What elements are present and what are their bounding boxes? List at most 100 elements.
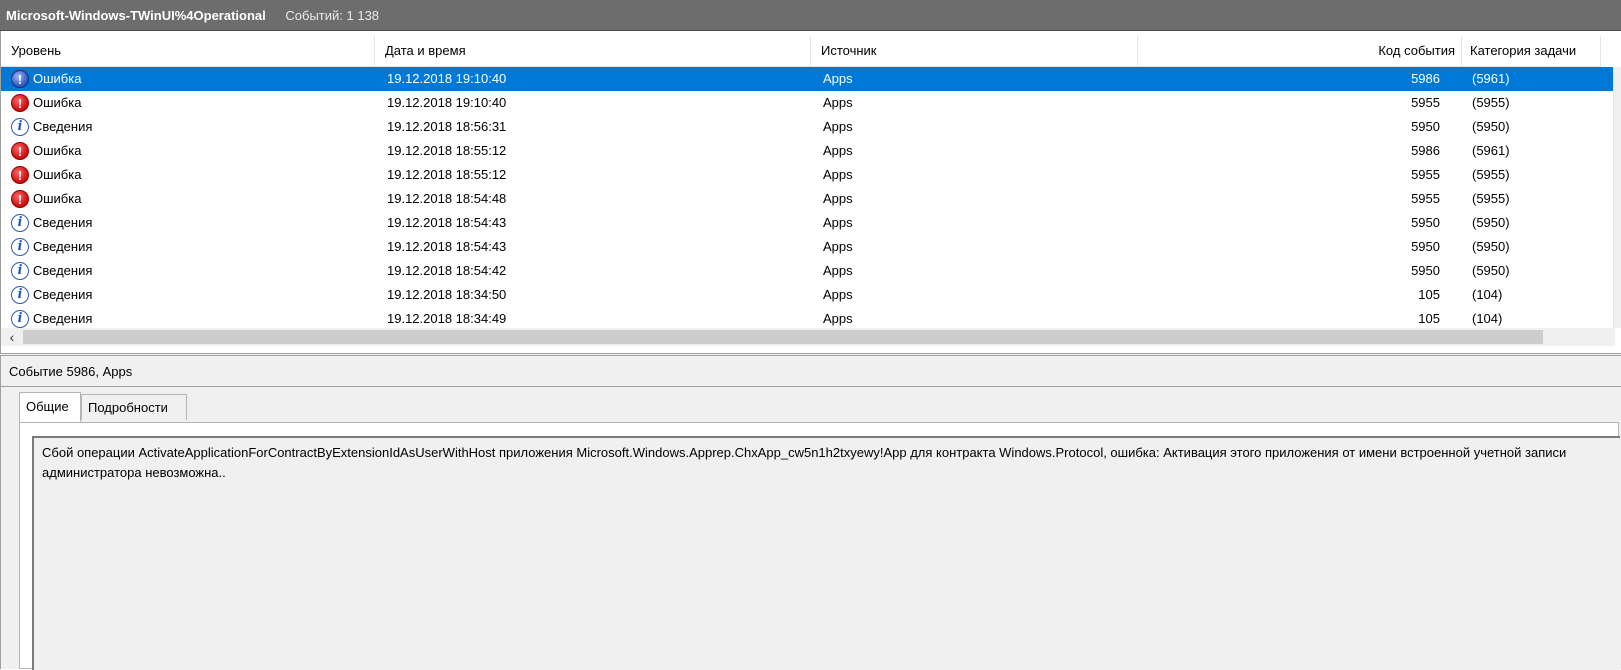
event-detail-pane: Событие 5986, Apps Общие Подробности Сбо… (0, 356, 1621, 670)
table-row[interactable]: i Сведения 19.12.2018 18:54:42 Apps 5950 (595… (1, 259, 1615, 283)
tab-general-body: Сбой операции ActivateApplicationForCont… (19, 422, 1620, 670)
error-icon: ! (11, 70, 29, 88)
cell-date: 19.12.2018 18:55:12 (387, 143, 507, 158)
cell-level: ! Ошибка (11, 187, 371, 211)
cell-task-category: (5950) (1472, 263, 1510, 278)
cell-event-id: 5955 (1411, 191, 1440, 206)
cell-source: Apps (823, 287, 853, 302)
cell-source: Apps (823, 71, 853, 86)
cell-event-id: 5950 (1411, 119, 1440, 134)
level-text: Ошибка (33, 191, 82, 206)
cell-level: i Сведения (11, 283, 371, 307)
table-row[interactable]: ! Ошибка 19.12.2018 19:10:40 Apps 5955 (5955) (1, 91, 1615, 115)
scroll-left-arrow-icon[interactable]: ‹ (5, 328, 19, 346)
cell-level: ! Ошибка (11, 67, 371, 91)
cell-date: 19.12.2018 18:55:12 (387, 167, 507, 182)
cell-event-id: 5955 (1411, 167, 1440, 182)
info-icon: i (11, 214, 29, 232)
cell-event-id: 5986 (1411, 71, 1440, 86)
table-row[interactable]: ! Ошибка 19.12.2018 19:10:40 Apps 5986 (5961) (1, 67, 1615, 91)
cell-date: 19.12.2018 19:10:40 (387, 71, 507, 86)
level-text: Сведения (33, 287, 93, 302)
event-count: Событий: 1 138 (285, 8, 380, 23)
column-header-source[interactable]: Источник (811, 36, 1138, 66)
info-icon: i (11, 118, 29, 136)
cell-source: Apps (823, 191, 853, 206)
cell-event-id: 105 (1418, 287, 1440, 302)
level-text: Ошибка (33, 95, 82, 110)
column-header-row: Уровень Дата и время Источник Код событи… (1, 36, 1601, 67)
cell-source: Apps (823, 95, 853, 110)
cell-date: 19.12.2018 18:54:48 (387, 191, 507, 206)
cell-level: ! Ошибка (11, 91, 371, 115)
error-icon: ! (11, 190, 29, 208)
cell-source: Apps (823, 215, 853, 230)
table-row[interactable]: i Сведения 19.12.2018 18:56:31 Apps 5950 (595… (1, 115, 1615, 139)
event-rows: ! Ошибка 19.12.2018 19:10:40 Apps 5986 (5961)… (1, 67, 1615, 331)
table-row[interactable]: i Сведения 19.12.2018 18:54:43 Apps 5950 (595… (1, 211, 1615, 235)
horizontal-scrollbar[interactable]: ‹ (1, 328, 1615, 346)
column-header-level[interactable]: Уровень (1, 36, 375, 66)
level-text: Ошибка (33, 167, 82, 182)
event-message[interactable]: Сбой операции ActivateApplicationForCont… (32, 436, 1620, 670)
vertical-scrollbar[interactable] (1613, 67, 1621, 328)
cell-level: i Сведения (11, 259, 371, 283)
cell-event-id: 5986 (1411, 143, 1440, 158)
cell-task-category: (5955) (1472, 167, 1510, 182)
cell-event-id: 5950 (1411, 215, 1440, 230)
cell-task-category: (5955) (1472, 95, 1510, 110)
column-header-event-id[interactable]: Код события (1138, 36, 1462, 66)
cell-task-category: (104) (1472, 287, 1503, 302)
error-icon: ! (11, 166, 29, 184)
tab-details[interactable]: Подробности (81, 394, 187, 420)
table-row[interactable]: ! Ошибка 19.12.2018 18:55:12 Apps 5986 (5961) (1, 139, 1615, 163)
error-icon: ! (11, 142, 29, 160)
column-header-task-category[interactable]: Категория задачи (1462, 36, 1601, 66)
cell-source: Apps (823, 263, 853, 278)
level-text: Сведения (33, 263, 93, 278)
level-text: Ошибка (33, 71, 82, 86)
cell-task-category: (5961) (1472, 143, 1510, 158)
cell-event-id: 5950 (1411, 263, 1440, 278)
level-text: Сведения (33, 119, 93, 134)
tab-general[interactable]: Общие (19, 392, 81, 422)
events-table: Уровень Дата и время Источник Код событи… (0, 31, 1621, 353)
cell-date: 19.12.2018 19:10:40 (387, 95, 507, 110)
column-header-date[interactable]: Дата и время (375, 36, 811, 66)
level-text: Ошибка (33, 143, 82, 158)
cell-date: 19.12.2018 18:54:42 (387, 263, 507, 278)
cell-task-category: (5955) (1472, 191, 1510, 206)
table-row[interactable]: ! Ошибка 19.12.2018 18:54:48 Apps 5955 (5955) (1, 187, 1615, 211)
info-icon: i (11, 286, 29, 304)
table-row[interactable]: i Сведения 19.12.2018 18:34:50 Apps 105 (104) (1, 283, 1615, 307)
cell-date: 19.12.2018 18:56:31 (387, 119, 507, 134)
cell-date: 19.12.2018 18:34:50 (387, 287, 507, 302)
detail-title-divider (1, 386, 1621, 387)
info-icon: i (11, 238, 29, 256)
cell-level: i Сведения (11, 211, 371, 235)
level-text: Сведения (33, 239, 93, 254)
cell-level: i Сведения (11, 115, 371, 139)
log-titlebar: Microsoft-Windows-TWinUI%4Operational Со… (0, 0, 1621, 31)
cell-level: i Сведения (11, 235, 371, 259)
cell-event-id: 5950 (1411, 239, 1440, 254)
cell-task-category: (5950) (1472, 239, 1510, 254)
cell-level: ! Ошибка (11, 139, 371, 163)
cell-task-category: (5961) (1472, 71, 1510, 86)
cell-event-id: 5955 (1411, 95, 1440, 110)
error-icon: ! (11, 94, 29, 112)
table-row[interactable]: i Сведения 19.12.2018 18:54:43 Apps 5950 (595… (1, 235, 1615, 259)
cell-source: Apps (823, 239, 853, 254)
cell-task-category: (5950) (1472, 119, 1510, 134)
info-icon: i (11, 262, 29, 280)
cell-level: ! Ошибка (11, 163, 371, 187)
cell-date: 19.12.2018 18:54:43 (387, 215, 507, 230)
cell-source: Apps (823, 143, 853, 158)
horizontal-scroll-thumb[interactable] (23, 330, 1543, 344)
info-icon: i (11, 310, 29, 328)
cell-source: Apps (823, 119, 853, 134)
detail-title: Событие 5986, Apps (9, 364, 133, 379)
cell-task-category: (5950) (1472, 215, 1510, 230)
table-row[interactable]: ! Ошибка 19.12.2018 18:55:12 Apps 5955 (5955) (1, 163, 1615, 187)
level-text: Сведения (33, 215, 93, 230)
